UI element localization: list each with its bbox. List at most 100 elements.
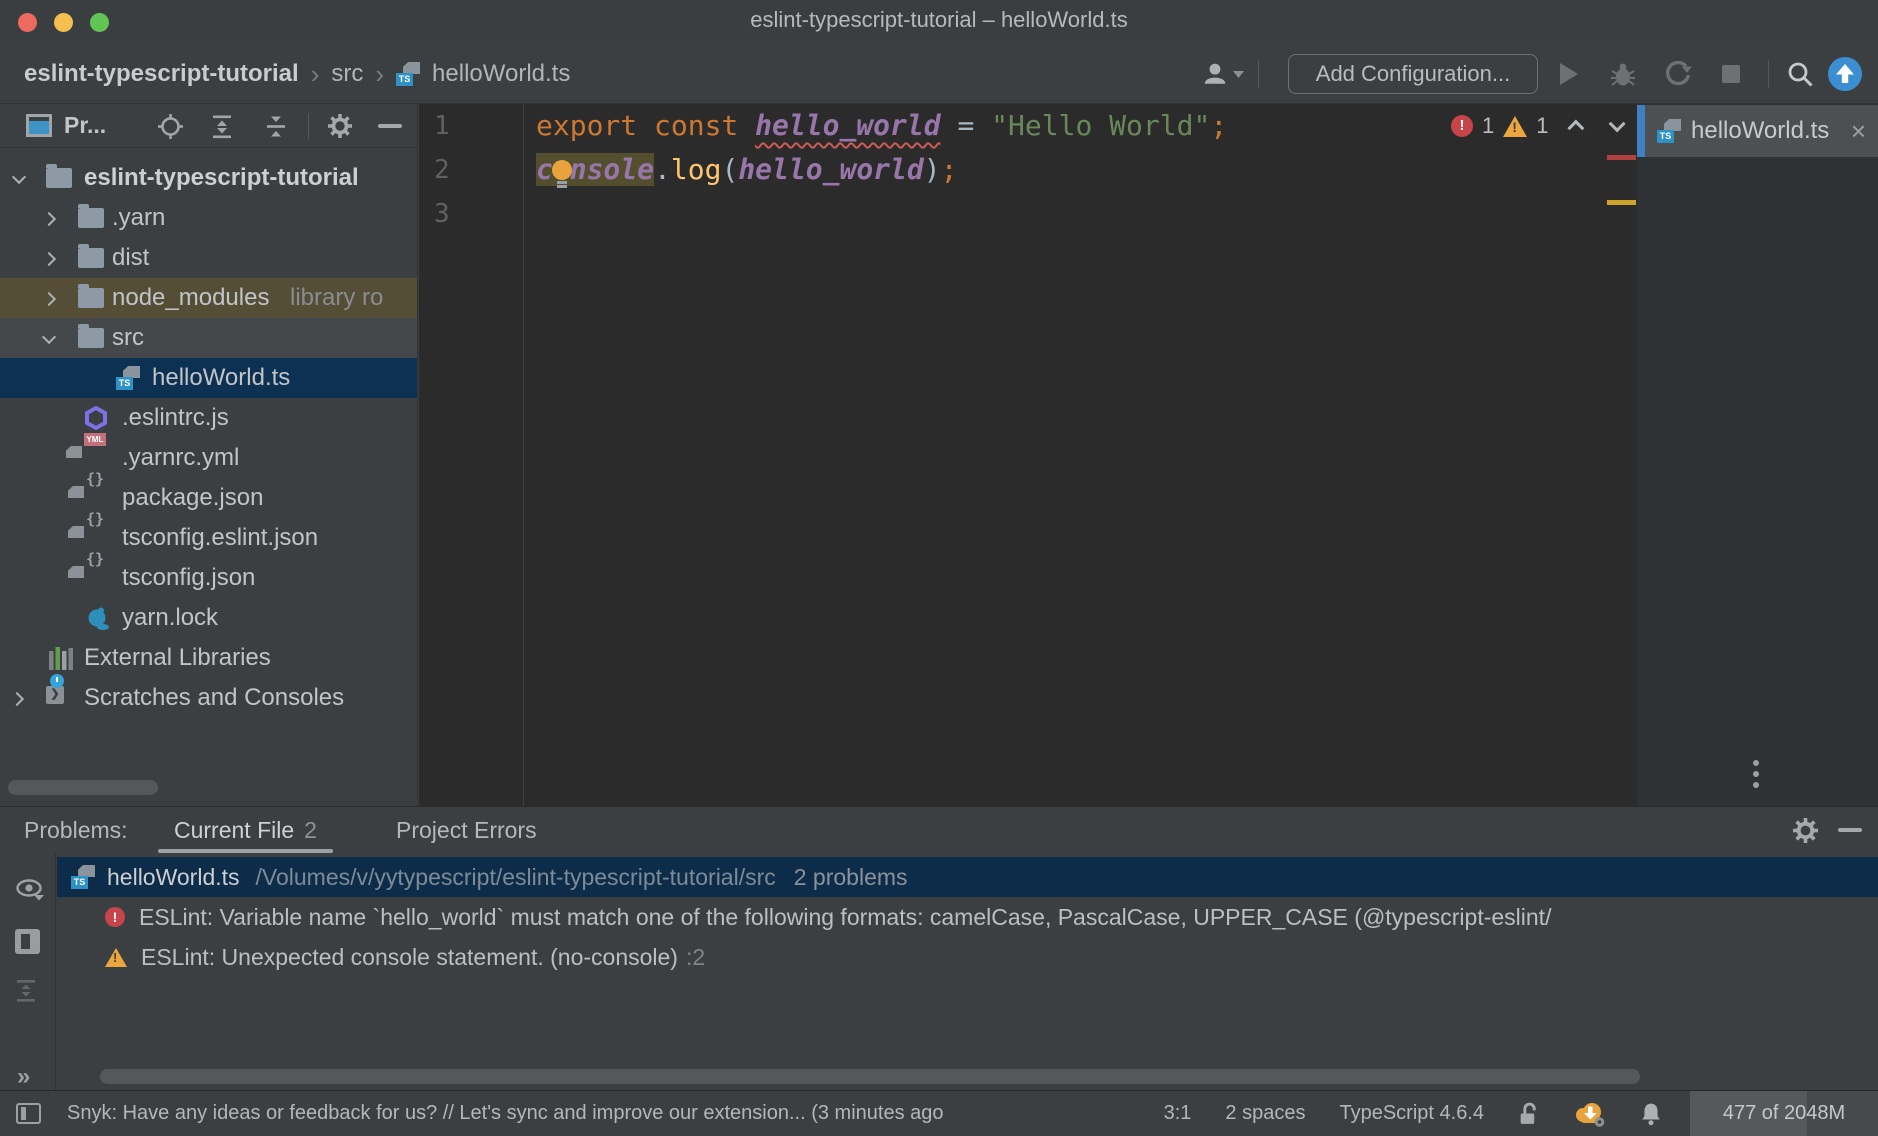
tree-item-yarn-lock[interactable]: yarn.lock [0,598,418,638]
run-with-coverage-button[interactable] [1664,44,1692,104]
tab-label: Project Errors [396,817,537,843]
tab-current-file[interactable]: Current File2 [174,807,317,853]
problems-horizontal-scrollbar[interactable] [100,1069,1640,1084]
update-icon [1828,57,1862,91]
project-tool-icon[interactable] [26,114,52,137]
expand-all-button[interactable] [210,114,234,139]
tree-item-tsconfig-eslint-json[interactable]: {} tsconfig.eslint.json [0,518,418,558]
problem-error-row[interactable]: ! ESLint: Variable name `hello_world` mu… [57,897,1878,937]
expand-all-button[interactable] [15,979,37,1004]
tree-item-helloworld-ts[interactable]: TS helloWorld.ts [0,358,418,398]
chevron-right-icon[interactable] [42,212,56,226]
previous-problem-icon[interactable] [1567,120,1584,137]
problems-header: Problems: Current File2 Project Errors [0,807,1878,853]
memory-indicator[interactable]: 477 of 2048M [1690,1091,1878,1136]
tree-item-yarnrc-yml[interactable]: YML .yarnrc.yml [0,438,418,478]
snyk-widget[interactable] [1573,1100,1606,1128]
problems-file-row[interactable]: TS helloWorld.ts /Volumes/v/yytypescript… [57,857,1878,897]
tab-project-errors[interactable]: Project Errors [396,807,537,853]
user-account-button[interactable] [1202,44,1244,104]
chevron-down-icon[interactable] [42,330,56,344]
select-opened-file-button[interactable] [158,114,183,139]
chevron-right-icon[interactable] [42,252,56,266]
chevron-down-icon[interactable] [12,170,26,184]
update-project-button[interactable] [1828,44,1862,104]
chevron-right-icon[interactable] [10,692,24,706]
person-icon [1202,61,1228,87]
stop-icon [1722,65,1740,83]
error-stripe-mark[interactable] [1607,155,1636,160]
view-options-button[interactable] [15,879,45,903]
typescript-version-widget[interactable]: TypeScript 4.6.4 [1339,1102,1484,1125]
folder-icon [78,208,104,228]
project-settings-button[interactable] [328,114,352,138]
breadcrumb-project[interactable]: eslint-typescript-tutorial [24,60,299,88]
stop-button[interactable] [1722,44,1740,104]
tree-item-eslintrc-js[interactable]: .eslintrc.js [0,398,418,438]
tree-item-dist-folder[interactable]: dist [0,238,418,278]
project-panel-title[interactable]: Pr... [64,112,106,139]
minus-icon [1838,828,1862,832]
tree-item-label: dist [112,238,149,278]
hide-panel-button[interactable] [378,124,402,128]
project-horizontal-scrollbar[interactable] [8,780,158,795]
status-message[interactable]: Snyk: Have any ideas or feedback for us?… [67,1102,1130,1125]
editor-options-kebab-icon[interactable] [1753,760,1761,793]
warning-count[interactable]: 1 [1536,113,1548,139]
keyword-token: export const [536,109,755,142]
tree-item-node-modules[interactable]: node_modules library ro [0,278,418,318]
folder-icon [46,168,72,188]
problem-warning-row[interactable]: ESLint: Unexpected console statement. (n… [57,937,1878,977]
cursor-position-widget[interactable]: 3:1 [1164,1102,1192,1125]
tree-item-root[interactable]: eslint-typescript-tutorial [0,158,418,198]
problems-panel-title: Problems: [24,807,128,853]
yarn-icon [86,606,110,632]
problems-settings-button[interactable] [1793,818,1818,843]
problems-panel: Problems: Current File2 Project Errors [0,806,1878,1090]
indent-widget[interactable]: 2 spaces [1225,1102,1305,1125]
toolbar-separator [308,113,309,139]
run-button[interactable] [1560,44,1578,104]
tree-item-src-folder[interactable]: src [0,318,418,358]
problems-file-path: /Volumes/v/yytypescript/eslint-typescrip… [256,864,776,891]
hide-problems-button[interactable] [1838,828,1862,832]
code-editor[interactable]: 1 2 3 export const hello_world = "Hello … [419,104,1637,806]
lock-widget[interactable] [1518,1102,1539,1126]
breadcrumb-folder[interactable]: src [331,60,363,88]
line-number[interactable]: 1 [434,104,514,148]
tool-windows-toggle-icon[interactable] [16,1103,41,1124]
open-preview-button[interactable] [15,929,40,954]
snyk-cloud-icon [1573,1100,1606,1128]
warning-stripe-mark[interactable] [1607,200,1636,205]
tree-item-tsconfig-json[interactable]: {} tsconfig.json [0,558,418,598]
tree-item-package-json[interactable]: {} package.json [0,478,418,518]
tree-item-external-libraries[interactable]: External Libraries [0,638,418,678]
editor-tab-helloworld[interactable]: TS helloWorld.ts × [1645,105,1878,157]
tree-item-label: tsconfig.json [122,558,255,598]
chevron-right-icon[interactable] [42,292,56,306]
typescript-file-icon: TS [116,366,140,390]
error-count[interactable]: 1 [1482,113,1494,139]
intention-bulb-icon[interactable] [550,160,574,190]
collapse-all-button[interactable] [264,114,288,139]
more-options-icon[interactable]: » [17,1063,30,1091]
next-problem-icon[interactable] [1608,115,1625,132]
tree-item-yarn-folder[interactable]: .yarn [0,198,418,238]
debug-button[interactable] [1610,44,1636,104]
problem-warning-line: :2 [686,944,705,971]
code-line-1: export const hello_world = "Hello World"… [536,104,1597,148]
search-everywhere-button[interactable] [1786,44,1814,104]
window-title: eslint-typescript-tutorial – helloWorld.… [0,0,1878,44]
preview-icon [15,929,40,954]
line-number[interactable]: 2 [434,148,514,192]
tree-item-scratches-and-consoles[interactable]: ❯ Scratches and Consoles [0,678,418,718]
expand-all-icon [15,979,37,1004]
breadcrumb-file[interactable]: helloWorld.ts [432,60,570,88]
notifications-widget[interactable] [1640,1102,1662,1126]
line-number[interactable]: 3 [434,192,514,236]
eslint-icon [84,406,108,430]
close-tab-icon[interactable]: × [1851,121,1866,141]
gear-icon [1793,818,1818,843]
tree-item-label: .eslintrc.js [122,398,229,438]
add-configuration-button[interactable]: Add Configuration... [1288,54,1538,94]
